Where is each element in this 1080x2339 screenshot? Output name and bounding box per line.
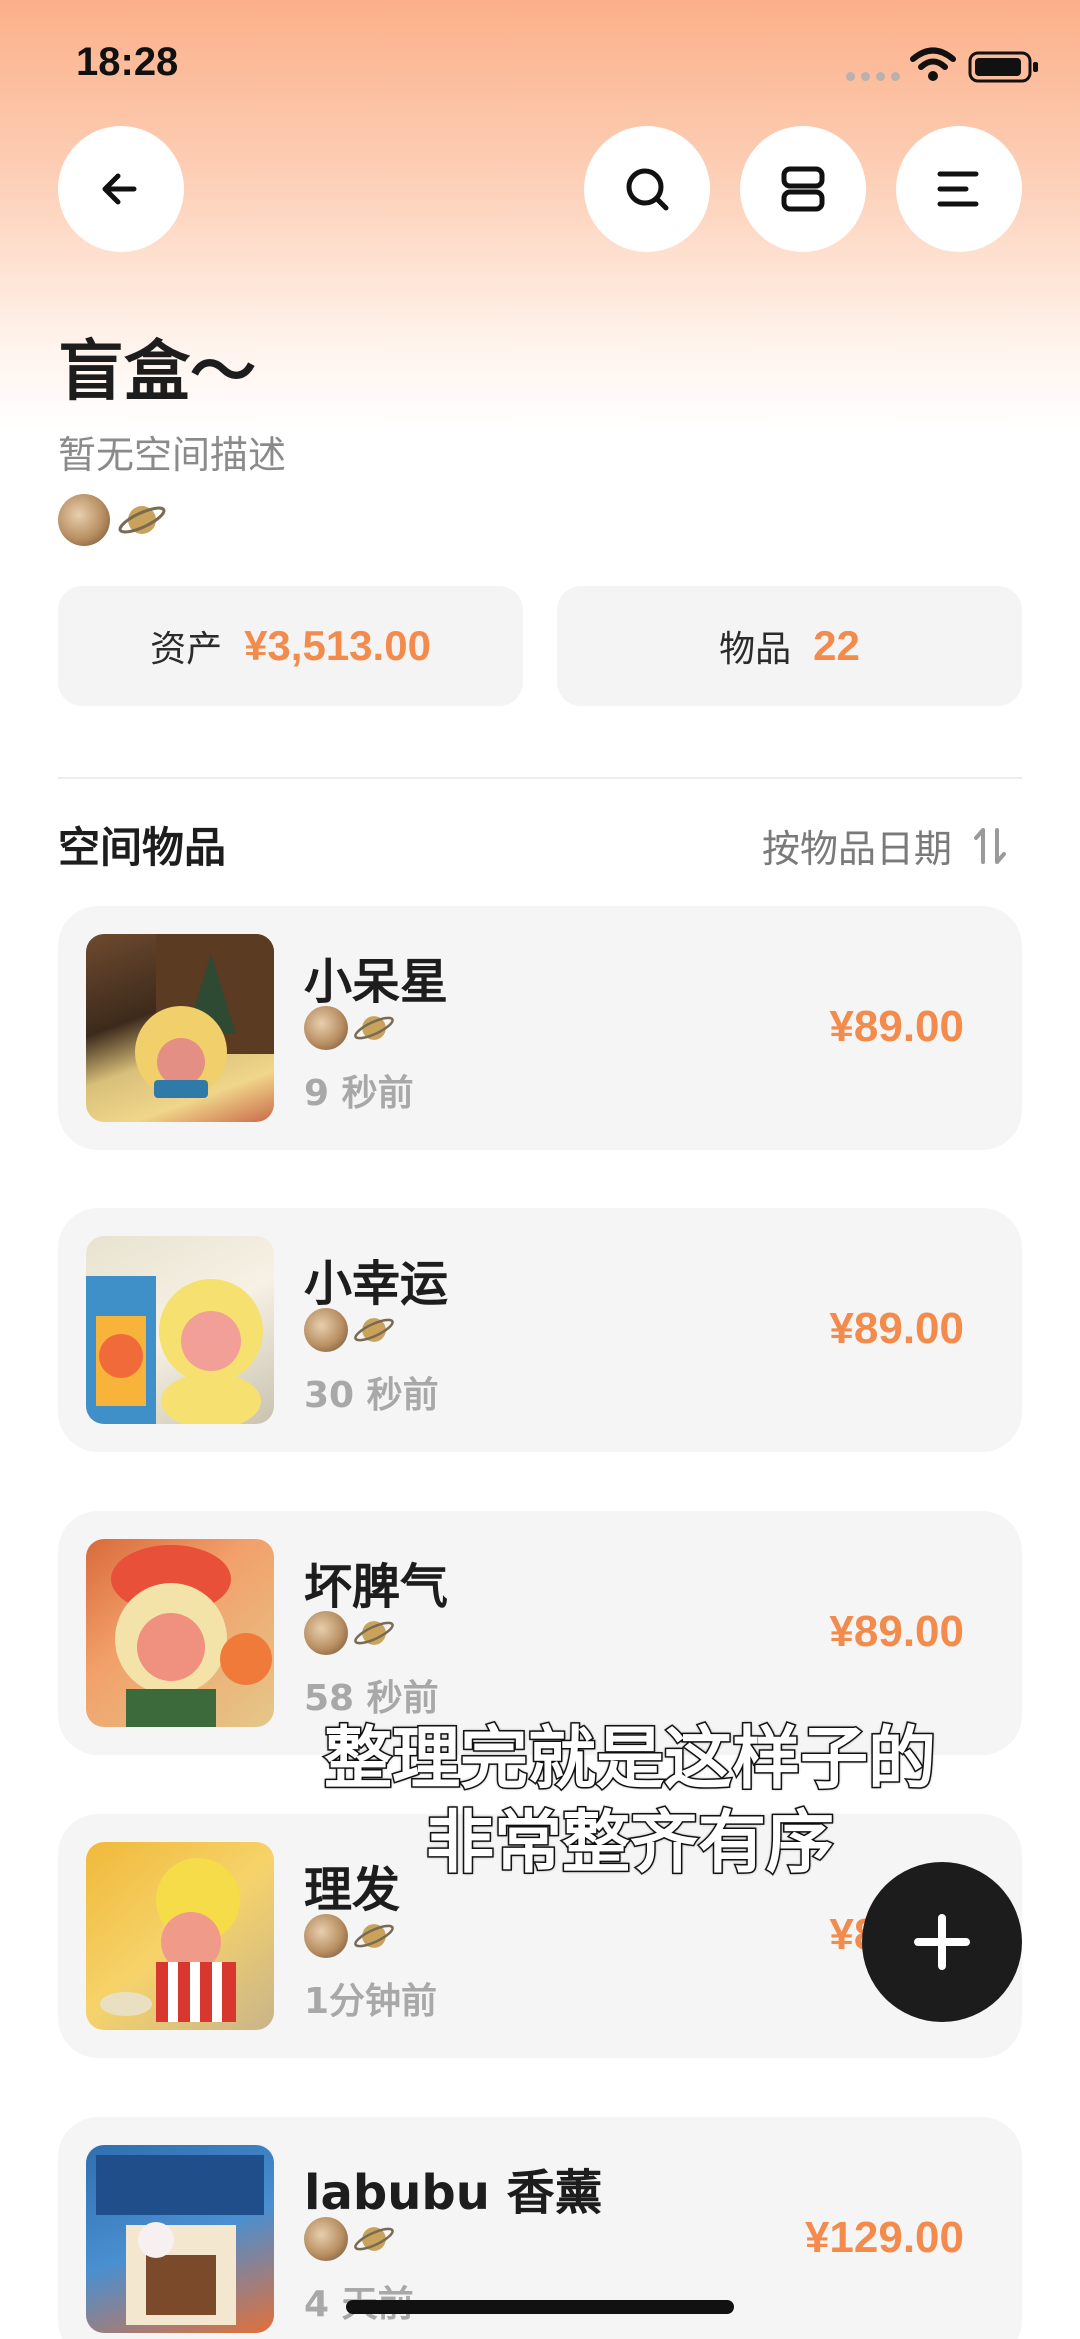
item-timestamp: 1分钟前 bbox=[304, 1981, 438, 2022]
avatar bbox=[304, 2217, 348, 2261]
assets-card[interactable]: 资产 ¥3,513.00 bbox=[58, 586, 523, 706]
item-thumbnail bbox=[86, 2145, 274, 2333]
section-title: 空间物品 bbox=[58, 823, 227, 872]
planet-avatar-icon bbox=[354, 1318, 394, 1342]
list-item[interactable]: 小幸运 30 秒前 ¥89.00 bbox=[58, 1208, 1022, 1452]
item-timestamp: 30 秒前 bbox=[304, 1375, 439, 1416]
avatar bbox=[304, 1914, 348, 1958]
sort-arrows-icon bbox=[974, 827, 1006, 864]
item-thumbnail bbox=[86, 1539, 274, 1727]
page-title: 盲盒～ bbox=[58, 333, 256, 410]
item-name: 小幸运 bbox=[304, 1256, 449, 1312]
search-button[interactable] bbox=[584, 126, 710, 252]
item-thumbnail bbox=[86, 934, 274, 1122]
item-name: 小呆星 bbox=[304, 954, 449, 1010]
list-item[interactable]: 小呆星 9 秒前 ¥89.00 bbox=[58, 906, 1022, 1150]
items-count-card[interactable]: 物品 22 bbox=[557, 586, 1022, 706]
subtitle-line: 非常整齐有序 bbox=[424, 1803, 835, 1885]
items-label: 物品 bbox=[719, 629, 792, 670]
item-price: ¥89.00 bbox=[829, 1002, 964, 1051]
item-owners bbox=[304, 1308, 396, 1352]
layout-toggle-button[interactable] bbox=[740, 126, 866, 252]
item-timestamp: 58 秒前 bbox=[304, 1678, 439, 1719]
item-name: labubu 香薰 bbox=[304, 2165, 603, 2221]
assets-label: 资产 bbox=[150, 629, 223, 670]
avatar bbox=[304, 1006, 348, 1050]
subtitle-line: 整理完就是这样子的 bbox=[322, 1719, 937, 1801]
item-thumbnail bbox=[86, 1236, 274, 1424]
planet-avatar-icon bbox=[354, 1924, 394, 1948]
status-time: 18:28 bbox=[76, 40, 179, 84]
member-avatars[interactable] bbox=[58, 494, 168, 546]
item-owners bbox=[304, 1914, 396, 1958]
wifi-icon bbox=[910, 47, 956, 81]
item-name: 坏脾气 bbox=[304, 1559, 449, 1615]
avatar bbox=[304, 1611, 348, 1655]
space-description: 暂无空间描述 bbox=[58, 433, 287, 477]
item-price: ¥129.00 bbox=[804, 2213, 964, 2262]
item-timestamp: 9 秒前 bbox=[304, 1073, 414, 1114]
planet-avatar-icon bbox=[354, 1016, 394, 1040]
menu-button[interactable] bbox=[896, 126, 1022, 252]
item-owners bbox=[304, 1006, 396, 1050]
item-owners bbox=[304, 2217, 396, 2261]
search-icon bbox=[626, 168, 669, 211]
item-owners bbox=[304, 1611, 396, 1655]
assets-value: ¥3,513.00 bbox=[244, 622, 431, 669]
planet-avatar-icon bbox=[354, 1621, 394, 1645]
plus-icon bbox=[914, 1914, 970, 1970]
sort-button[interactable]: 按物品日期 bbox=[762, 818, 1008, 873]
battery-icon bbox=[968, 51, 1038, 83]
home-indicator[interactable] bbox=[346, 2300, 734, 2314]
arrow-left-icon bbox=[102, 173, 137, 205]
menu-icon bbox=[937, 171, 979, 207]
planet-avatar-icon bbox=[354, 2227, 394, 2251]
sort-label: 按物品日期 bbox=[761, 827, 952, 871]
video-subtitle: 整理完就是这样子的 非常整齐有序 bbox=[270, 1718, 990, 1886]
signal-icon bbox=[846, 72, 900, 81]
divider bbox=[58, 777, 1022, 779]
item-price: ¥89.00 bbox=[829, 1304, 964, 1353]
item-thumbnail bbox=[86, 1842, 274, 2030]
add-item-button[interactable] bbox=[862, 1862, 1022, 2022]
items-value: 22 bbox=[813, 622, 860, 669]
planet-avatar-icon bbox=[118, 506, 166, 534]
back-button[interactable] bbox=[58, 126, 184, 252]
avatar bbox=[304, 1308, 348, 1352]
layout-toggle-icon bbox=[781, 166, 825, 212]
item-price: ¥89.00 bbox=[829, 1607, 964, 1656]
status-bar: 18:28 bbox=[0, 0, 1080, 130]
avatar bbox=[58, 494, 110, 546]
